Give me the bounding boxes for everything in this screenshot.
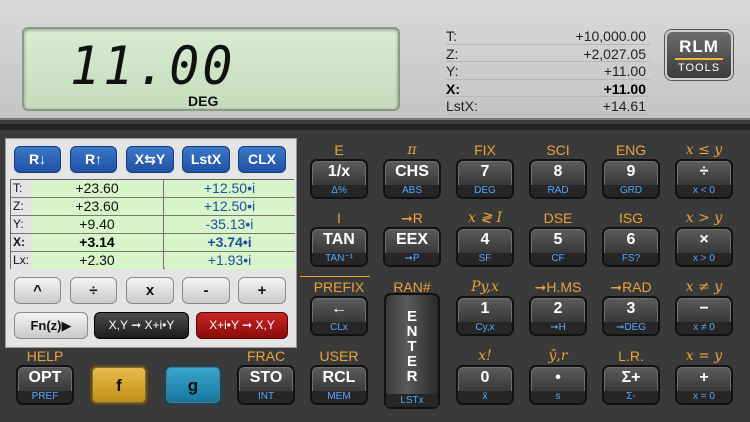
key-4[interactable]: x ≷ I 4 SF xyxy=(456,210,514,268)
stack-row-t: T: +10,000.00 xyxy=(446,27,650,45)
key-options[interactable]: HELP OPT PREF xyxy=(16,348,74,406)
key-rcl[interactable]: USER RCL MEM xyxy=(310,348,368,406)
angle-mode: DEG xyxy=(188,93,219,109)
complex-to-xy-button[interactable]: X+i•Y ➞ X,Y xyxy=(196,312,288,339)
key-1[interactable]: Py,x 1 Cy,x xyxy=(456,279,514,337)
key-add[interactable]: x = y + x = 0 xyxy=(675,348,733,406)
key-f-shift[interactable]: f xyxy=(90,348,148,406)
complex-power-button[interactable]: ^ xyxy=(14,277,61,304)
key-3[interactable]: ➞RAD 3 ➞DEG xyxy=(602,279,660,337)
prefix-separator xyxy=(300,276,370,277)
stack-row-lastx: LstX: +14.61 xyxy=(446,97,650,115)
key-eex[interactable]: ➞R EEX ➞P xyxy=(383,210,441,268)
lcd-display: 11.00 DEG xyxy=(22,27,400,111)
roll-down-button[interactable]: R↓ xyxy=(14,146,61,173)
key-backspace[interactable]: PREFIX ← CLx xyxy=(310,279,368,337)
complex-row-x: X: +3.14 +3.74•i xyxy=(11,234,295,252)
roll-up-button[interactable]: R↑ xyxy=(70,146,117,173)
swap-xy-button[interactable]: X⇆Y xyxy=(126,146,174,173)
complex-divide-button[interactable]: ÷ xyxy=(70,277,117,304)
complex-panel: R↓ R↑ X⇆Y LstX CLX T: +23.60 +12.50•i Z: +2… xyxy=(5,138,297,348)
lastx-button[interactable]: LstX xyxy=(182,146,230,173)
key-0[interactable]: x! 0 x̄ xyxy=(456,348,514,406)
key-5[interactable]: DSE 5 CF xyxy=(529,210,587,268)
top-panel: 11.00 DEG T: +10,000.00 Z: +2,027.05 Y: +11… xyxy=(0,0,750,120)
complex-row-lastx: Lx: +2.30 +1.93•i xyxy=(11,252,295,270)
complex-multiply-button[interactable]: x xyxy=(126,277,174,304)
key-9[interactable]: ENG 9 GRD xyxy=(602,142,660,200)
complex-stack-grid: T: +23.60 +12.50•i Z: +23.60 +12.50•i Y: +9.4… xyxy=(10,179,295,270)
clx-button[interactable]: CLX xyxy=(238,146,286,173)
complex-row-t: T: +23.60 +12.50•i xyxy=(11,180,295,198)
key-7[interactable]: FIX 7 DEG xyxy=(456,142,514,200)
key-2[interactable]: ➞H.MS 2 ➞H xyxy=(529,279,587,337)
stack-row-x: X: +11.00 xyxy=(446,80,650,97)
xy-to-complex-button[interactable]: X,Y ➞ X+i•Y xyxy=(94,312,189,339)
key-sto[interactable]: FRAC STO INT xyxy=(237,348,295,406)
complex-add-button[interactable]: + xyxy=(238,277,286,304)
complex-subtract-button[interactable]: - xyxy=(182,277,230,304)
stack-registers: T: +10,000.00 Z: +2,027.05 Y: +11.00 X: +11.… xyxy=(446,27,650,115)
complex-row-y: Y: +9.40 -35.13•i xyxy=(11,216,295,234)
display-value: 11.00 xyxy=(70,35,236,97)
key-sigma-plus[interactable]: L.R. Σ+ Σ- xyxy=(602,348,660,406)
stack-row-z: Z: +2,027.05 xyxy=(446,45,650,62)
key-g-shift[interactable]: g xyxy=(164,348,222,406)
complex-function-button[interactable]: Fn(z)▶ xyxy=(14,312,88,339)
key-8[interactable]: SCI 8 RAD xyxy=(529,142,587,200)
key-enter[interactable]: E N T E R LSTx xyxy=(384,293,440,409)
key-divide[interactable]: x ≤ y ÷ x < 0 xyxy=(675,142,733,200)
complex-row-z: Z: +23.60 +12.50•i xyxy=(11,198,295,216)
key-decimal-point[interactable]: ŷ,r • s xyxy=(529,348,587,406)
key-subtract[interactable]: x ≠ y − x ≠ 0 xyxy=(675,279,733,337)
key-reciprocal[interactable]: E 1/x Δ% xyxy=(310,142,368,200)
key-6[interactable]: ISG 6 FS? xyxy=(602,210,660,268)
key-multiply[interactable]: x > y × x > 0 xyxy=(675,210,733,268)
key-chs[interactable]: π CHS ABS xyxy=(383,142,441,200)
divider-band xyxy=(0,124,750,130)
rlm-tools-logo-button[interactable]: RLM TOOLS xyxy=(665,30,733,80)
stack-row-y: Y: +11.00 xyxy=(446,62,650,80)
key-tan[interactable]: I TAN TAN⁻¹ xyxy=(310,210,368,268)
